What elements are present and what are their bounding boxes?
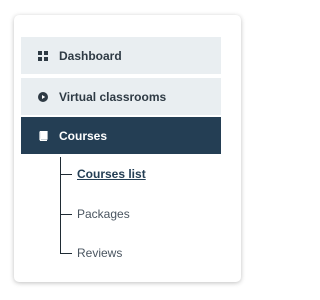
submenu-item-label[interactable]: Reviews	[77, 246, 122, 260]
submenu-item-label[interactable]: Packages	[77, 207, 130, 221]
tree-branch	[60, 173, 72, 175]
tree-branch	[60, 252, 72, 254]
submenu-item-reviews[interactable]: Reviews	[60, 245, 122, 261]
submenu-item-label[interactable]: Courses list	[77, 167, 146, 181]
menu-item-label: Courses	[59, 128, 108, 143]
menu-item-dashboard[interactable]: Dashboard	[21, 37, 221, 74]
menu-item-label: Dashboard	[59, 48, 122, 63]
menu-item-label: Virtual classrooms	[59, 89, 167, 104]
dashboard-grid-icon	[38, 50, 48, 61]
tree-branch	[60, 213, 72, 215]
submenu-item-courses-list[interactable]: Courses list	[60, 166, 146, 182]
book-icon	[38, 130, 48, 141]
menu-item-virtual-classrooms[interactable]: Virtual classrooms	[21, 78, 221, 115]
play-circle-icon	[38, 91, 48, 102]
menu-item-courses[interactable]: Courses	[21, 117, 221, 154]
submenu-item-packages[interactable]: Packages	[60, 206, 130, 222]
